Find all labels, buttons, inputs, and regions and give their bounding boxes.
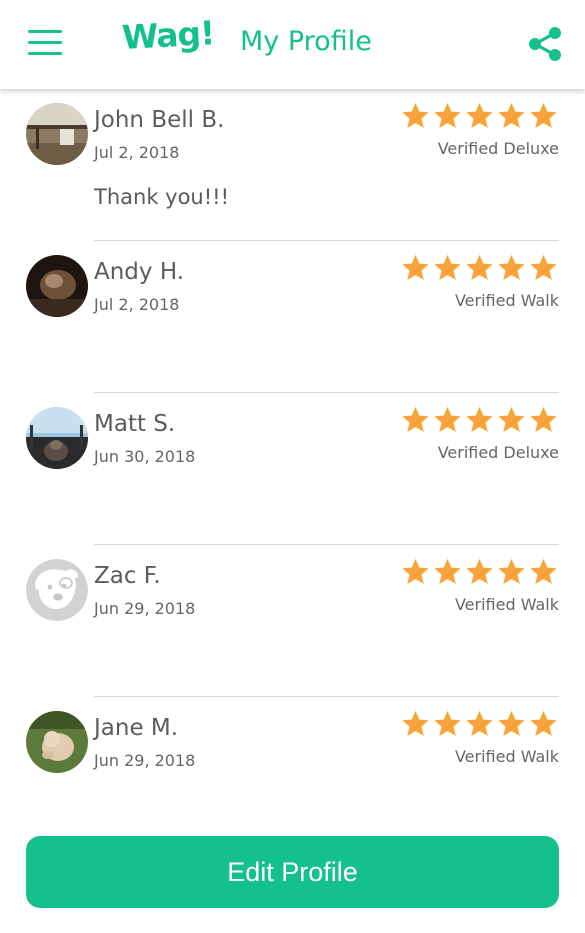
review-date: Jun 30, 2018 [94,447,196,466]
review-item[interactable]: Andy H. Jul 2, 2018 Verified Walk [0,241,585,393]
avatar [26,407,88,469]
page-title: My Profile [240,26,372,57]
top-app-bar: Wag! My Profile [0,0,585,89]
star-icon [530,102,557,128]
rating-stars [401,405,558,434]
share-icon[interactable] [526,26,564,62]
verified-badge: Verified Walk [454,595,559,614]
star-icon [434,102,461,128]
review-item[interactable]: Matt S. Jun 30, 2018 Verified Deluxe [0,393,585,545]
avatar [26,255,88,317]
verified-badge: Verified Walk [454,291,559,310]
star-icon [434,406,461,432]
star-icon [466,558,493,584]
star-icon [402,710,429,736]
reviewer-name: Matt S. [94,411,176,437]
wag-logo: Wag! [120,13,216,57]
star-icon [498,710,525,736]
star-icon [466,406,493,432]
hamburger-menu-icon[interactable] [28,30,62,56]
review-date: Jul 2, 2018 [94,295,180,314]
star-icon [434,254,461,280]
review-date: Jun 29, 2018 [94,751,196,770]
review-date: Jun 29, 2018 [94,599,196,618]
rating-stars [401,253,558,282]
avatar [26,103,88,165]
rating-stars [401,557,558,586]
star-icon [530,254,557,280]
star-icon [466,710,493,736]
star-icon [530,558,557,584]
review-item[interactable]: Jane M. Jun 29, 2018 Verified Walk [0,697,585,849]
review-comment: Thank you!!! [94,185,229,209]
reviewer-name: Jane M. [94,715,179,741]
star-icon [498,102,525,128]
review-date: Jul 2, 2018 [94,143,180,162]
star-icon [466,254,493,280]
star-icon [434,710,461,736]
star-icon [402,254,429,280]
star-icon [498,558,525,584]
rating-stars [401,709,558,738]
star-icon [402,558,429,584]
star-icon [402,406,429,432]
rating-stars [401,101,558,130]
star-icon [530,406,557,432]
reviewer-name: Zac F. [94,563,161,589]
review-item[interactable]: John Bell B. Jul 2, 2018 Verified Deluxe… [0,89,585,241]
star-icon [530,710,557,736]
review-item[interactable]: Zac F. Jun 29, 2018 Verified Walk [0,545,585,697]
verified-badge: Verified Deluxe [437,443,559,462]
star-icon [466,102,493,128]
star-icon [402,102,429,128]
verified-badge: Verified Deluxe [437,139,559,158]
star-icon [498,254,525,280]
star-icon [434,558,461,584]
reviewer-name: Andy H. [94,259,185,285]
reviewer-name: John Bell B. [94,107,225,133]
default-dog-avatar-icon [26,559,88,621]
verified-badge: Verified Walk [454,747,559,766]
avatar [26,711,88,773]
star-icon [498,406,525,432]
edit-profile-button[interactable]: Edit Profile [26,836,559,908]
